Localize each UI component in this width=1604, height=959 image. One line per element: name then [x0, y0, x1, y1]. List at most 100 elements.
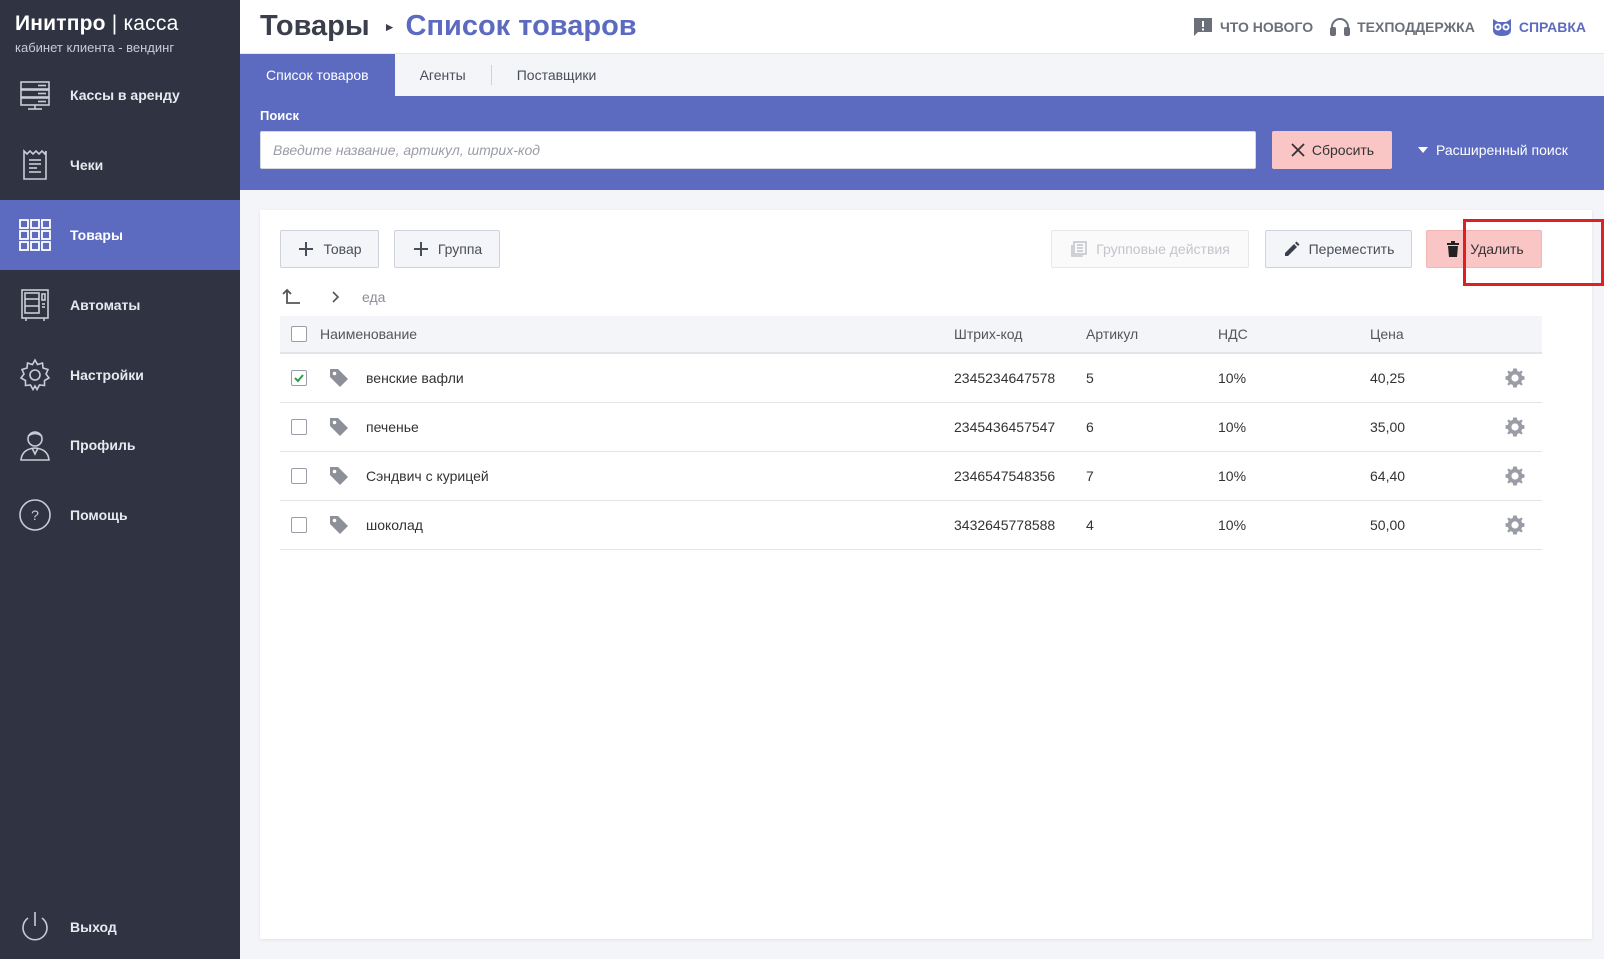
- row-select-cell: [280, 419, 318, 435]
- cell-vat: 10%: [1218, 517, 1247, 533]
- row-settings-gear-icon[interactable]: [1504, 416, 1526, 438]
- cell-price: 35,00: [1370, 419, 1406, 435]
- path-current-folder[interactable]: еда: [362, 289, 385, 305]
- row-checkbox[interactable]: [291, 370, 307, 386]
- row-settings-gear-icon[interactable]: [1504, 465, 1526, 487]
- brand[interactable]: Инитпро | касса кабинет клиента - вендин…: [0, 0, 240, 60]
- list-icon: [1071, 241, 1088, 257]
- cell-barcode: 2345436457547: [954, 419, 1056, 435]
- search-input[interactable]: [260, 131, 1256, 169]
- cell-barcode: 2346547548356: [954, 468, 1056, 484]
- column-header-price[interactable]: Цена: [1370, 326, 1470, 342]
- folder-path: еда: [280, 282, 385, 312]
- row-settings-gear-icon[interactable]: [1504, 367, 1526, 389]
- column-header-barcode[interactable]: Штрих-код: [954, 326, 1086, 342]
- support-link[interactable]: ТЕХПОДДЕРЖКА: [1329, 16, 1475, 38]
- sidebar-item-settings[interactable]: Настройки: [0, 340, 240, 410]
- sidebar-item-label: Помощь: [70, 507, 128, 523]
- table-row[interactable]: Сэндвич с курицей 2346547548356 7 10% 64,40: [280, 452, 1542, 501]
- advanced-search-toggle[interactable]: Расширенный поиск: [1418, 142, 1568, 158]
- sidebar-nav: Кассы в аренду Чеки Товары Автоматы Наст…: [0, 60, 240, 550]
- caret-down-icon: [1418, 147, 1428, 153]
- reset-label: Сбросить: [1311, 142, 1375, 158]
- product-name: шоколад: [366, 517, 423, 533]
- brand-separator: |: [105, 12, 124, 35]
- cell-vat: 10%: [1218, 419, 1247, 435]
- sidebar-item-label: Профиль: [70, 437, 136, 453]
- cell-article: 7: [1086, 468, 1094, 484]
- brand-product: касса: [123, 12, 179, 35]
- svg-text:?: ?: [31, 507, 39, 523]
- cell-vat: 10%: [1218, 370, 1247, 386]
- search-label: Поиск: [260, 108, 300, 123]
- help-link[interactable]: СПРАВКА: [1491, 16, 1586, 38]
- group-actions-button[interactable]: Групповые действия: [1051, 230, 1249, 268]
- brand-title: Инитпро | касса: [15, 12, 225, 36]
- column-header-article[interactable]: Артикул: [1086, 326, 1218, 342]
- sidebar-item-label: Товары: [70, 227, 123, 243]
- help-icon: ?: [18, 498, 52, 532]
- tag-icon: [330, 418, 348, 436]
- sidebar: Инитпро | касса кабинет клиента - вендин…: [0, 0, 240, 959]
- checkmark-icon: [294, 374, 304, 383]
- user-icon: [18, 428, 52, 462]
- toolbar: Товар Группа Групповые действия Перемест…: [280, 219, 1604, 286]
- search-panel: Поиск Сбросить Расширенный поиск: [240, 96, 1604, 190]
- cell-actions: [1470, 416, 1542, 438]
- advanced-search-label: Расширенный поиск: [1436, 142, 1568, 158]
- receipt-icon: [18, 148, 52, 182]
- column-header-vat[interactable]: НДС: [1218, 326, 1370, 342]
- tab-agents[interactable]: Агенты: [395, 54, 491, 96]
- cell-name[interactable]: печенье: [318, 416, 954, 438]
- table-row[interactable]: венские вафли 2345234647578 5 10% 40,25: [280, 354, 1542, 403]
- row-checkbox[interactable]: [291, 419, 307, 435]
- delete-label: Удалить: [1470, 241, 1524, 257]
- sidebar-item-machines[interactable]: Автоматы: [0, 270, 240, 340]
- add-product-button[interactable]: Товар: [280, 230, 379, 268]
- sidebar-item-products[interactable]: Товары: [0, 200, 240, 270]
- table-row[interactable]: печенье 2345436457547 6 10% 35,00: [280, 403, 1542, 452]
- tab-bar: Список товаров Агенты Поставщики: [240, 54, 1604, 96]
- cell-name[interactable]: Сэндвич с курицей: [318, 465, 954, 487]
- select-all-checkbox[interactable]: [291, 326, 307, 342]
- move-button[interactable]: Переместить: [1265, 230, 1412, 268]
- sidebar-item-help[interactable]: ? Помощь: [0, 480, 240, 550]
- products-card: Товар Группа Групповые действия Перемест…: [260, 210, 1604, 939]
- tab-suppliers[interactable]: Поставщики: [492, 54, 622, 96]
- add-group-button[interactable]: Группа: [394, 230, 500, 268]
- row-checkbox[interactable]: [291, 517, 307, 533]
- cell-article: 5: [1086, 370, 1094, 386]
- sidebar-item-profile[interactable]: Профиль: [0, 410, 240, 480]
- support-label: ТЕХПОДДЕРЖКА: [1357, 19, 1475, 35]
- chevron-right-icon: [332, 291, 340, 303]
- tab-product-list[interactable]: Список товаров: [240, 54, 395, 96]
- products-table: Наименование Штрих-код Артикул НДС Цена …: [280, 316, 1542, 550]
- cell-name[interactable]: венские вафли: [318, 367, 954, 389]
- tag-icon: [330, 516, 348, 534]
- delete-button[interactable]: Удалить: [1426, 230, 1542, 268]
- sidebar-item-cash-rental[interactable]: Кассы в аренду: [0, 60, 240, 130]
- cell-vat: 10%: [1218, 468, 1247, 484]
- cell-article: 4: [1086, 517, 1094, 533]
- brand-name: Инитпро: [15, 12, 106, 35]
- cell-actions: [1470, 465, 1542, 487]
- sidebar-item-logout[interactable]: Выход: [0, 895, 240, 959]
- cell-name[interactable]: шоколад: [318, 514, 954, 536]
- column-header-name[interactable]: Наименование: [318, 326, 954, 342]
- sidebar-item-receipts[interactable]: Чеки: [0, 130, 240, 200]
- move-label: Переместить: [1308, 241, 1395, 257]
- row-settings-gear-icon[interactable]: [1504, 514, 1526, 536]
- help-label: СПРАВКА: [1518, 19, 1586, 35]
- reset-button[interactable]: Сбросить: [1272, 131, 1392, 169]
- cell-barcode: 3432645778588: [954, 517, 1056, 533]
- close-icon: [1291, 143, 1305, 157]
- select-all-cell: [280, 326, 318, 342]
- table-row[interactable]: шоколад 3432645778588 4 10% 50,00: [280, 501, 1542, 550]
- level-up-icon[interactable]: [280, 286, 302, 308]
- breadcrumb-root[interactable]: Товары: [260, 10, 370, 43]
- plus-icon: [413, 242, 428, 256]
- whats-new-link[interactable]: ЧТО НОВОГО: [1192, 16, 1313, 38]
- row-checkbox[interactable]: [291, 468, 307, 484]
- sidebar-item-label: Настройки: [70, 367, 144, 383]
- cell-price: 50,00: [1370, 517, 1406, 533]
